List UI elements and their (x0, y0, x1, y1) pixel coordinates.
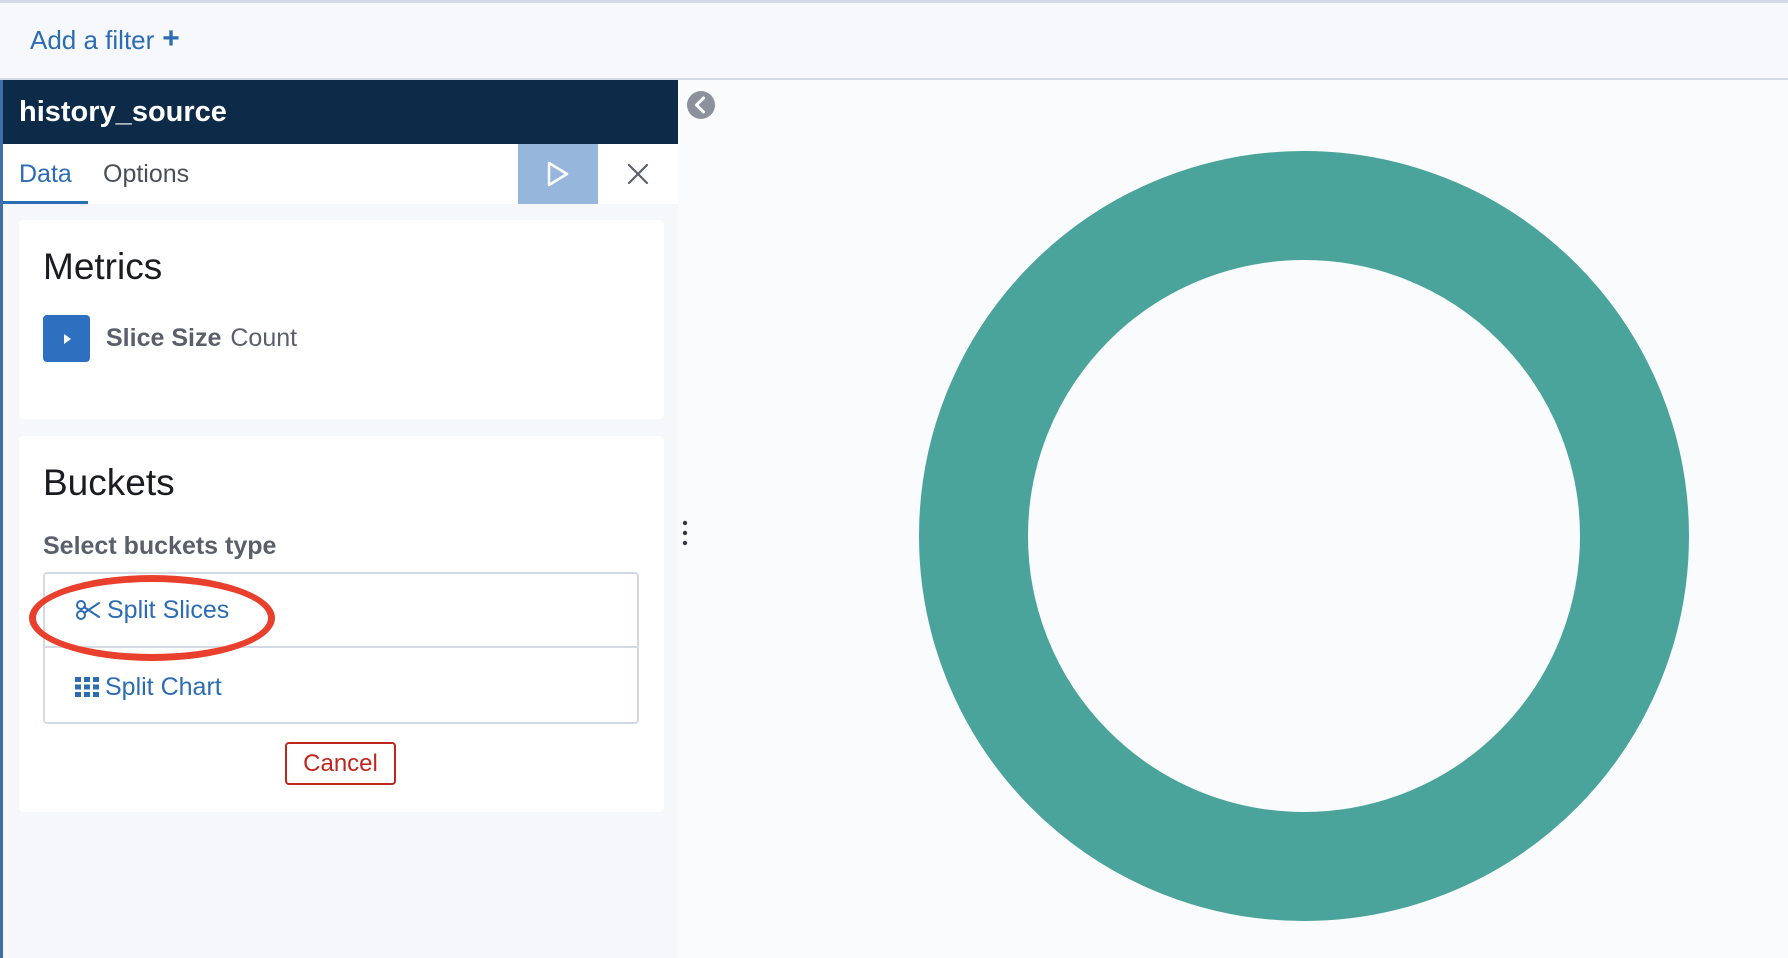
editor-sidebar: history_source Data Options Metrics Slic… (3, 80, 678, 958)
buckets-panel: Buckets Select buckets type Split Slices (19, 436, 664, 812)
split-slices-option[interactable]: Split Slices (45, 574, 637, 648)
metrics-title: Metrics (43, 246, 163, 287)
metric-value: Count (230, 324, 298, 352)
metric-slice-size: Slice Size Count (43, 315, 297, 362)
grid-icon (75, 677, 99, 697)
vertical-dots-icon (682, 520, 688, 546)
play-icon (547, 161, 569, 187)
split-chart-label: Split Chart (105, 672, 222, 701)
scissors-icon (76, 600, 100, 620)
cancel-button[interactable]: Cancel (285, 742, 396, 785)
donut-chart (919, 151, 1689, 921)
index-pattern-title: history_source (3, 80, 678, 144)
chevron-right-icon (63, 333, 71, 344)
add-filter-label: Add a filter (30, 25, 155, 55)
collapse-sidebar-button[interactable] (686, 90, 716, 125)
metric-label: Slice Size (106, 324, 222, 352)
discard-button[interactable] (598, 144, 678, 204)
select-buckets-label: Select buckets type (43, 532, 277, 560)
resize-handle[interactable] (678, 518, 692, 553)
buckets-title: Buckets (43, 462, 175, 503)
bucket-type-list: Split Slices Split Chart (29, 572, 639, 724)
close-icon (627, 163, 649, 185)
visualization-area (678, 80, 1788, 958)
split-chart-option[interactable]: Split Chart (45, 650, 637, 724)
filter-bar: Add a filter + (0, 0, 1788, 80)
add-filter-link[interactable]: Add a filter + (30, 22, 180, 56)
donut-slice-0[interactable] (919, 151, 1689, 921)
metrics-panel: Metrics Slice Size Count (19, 220, 664, 419)
apply-changes-button[interactable] (518, 144, 598, 204)
tab-data[interactable]: Data (3, 144, 88, 204)
expand-metric-button[interactable] (43, 315, 90, 362)
sidebar-tabs: Data Options (3, 144, 678, 204)
tab-options[interactable]: Options (103, 144, 189, 204)
split-slices-label: Split Slices (107, 595, 230, 624)
plus-icon: + (162, 22, 180, 55)
chevron-left-circle-icon (687, 91, 715, 119)
